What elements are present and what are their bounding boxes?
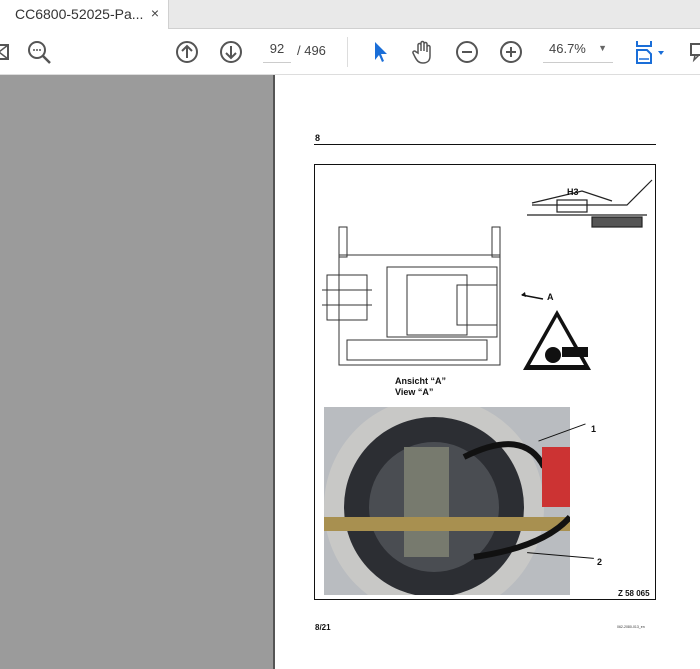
select-tool-icon[interactable] — [367, 39, 393, 65]
zoom-out-button[interactable] — [454, 39, 480, 65]
tab-bar: CC6800-52025-Pa... × — [0, 0, 700, 29]
label-a: A — [547, 292, 554, 302]
page-total: / 496 — [297, 43, 326, 58]
page-footer-number: 8/21 — [315, 623, 331, 632]
callout-2: 2 — [597, 557, 603, 567]
previous-page-button[interactable] — [174, 39, 200, 65]
view-label-en: View “A” — [395, 387, 434, 397]
zoom-level-dropdown[interactable]: 46.7% ▼ — [543, 41, 613, 63]
technical-drawing — [322, 179, 653, 370]
next-page-button[interactable] — [218, 39, 244, 65]
callout-1: 1 — [591, 424, 597, 434]
fit-page-icon[interactable] — [634, 39, 670, 65]
zoom-in-button[interactable] — [498, 39, 524, 65]
zoom-level-value: 46.7% — [549, 41, 586, 56]
pdf-page: 8 H3 A Ansicht “A” View “A” 1 2 Z 58 065… — [277, 75, 700, 669]
footer-code: 062-2080-013_en — [617, 625, 645, 629]
left-pane — [0, 75, 275, 669]
view-label-de: Ansicht “A” — [395, 376, 447, 386]
close-tab-icon[interactable]: × — [151, 5, 159, 21]
label-h3: H3 — [567, 187, 579, 197]
hand-tool-icon[interactable] — [410, 39, 436, 65]
figure-id: Z 58 065 — [618, 589, 650, 598]
comment-icon[interactable] — [686, 39, 700, 65]
search-icon[interactable] — [26, 39, 52, 65]
photo-view-a — [324, 407, 570, 595]
toolbar-divider — [347, 37, 348, 67]
document-tab[interactable]: CC6800-52025-Pa... × — [0, 0, 169, 29]
header-rule — [314, 144, 656, 145]
page-number-input[interactable]: 92 — [263, 41, 291, 63]
mail-icon[interactable] — [0, 39, 12, 65]
tab-title: CC6800-52025-Pa... — [15, 6, 144, 22]
chevron-down-icon: ▼ — [598, 43, 607, 53]
section-number: 8 — [315, 133, 321, 143]
toolbar: 92 / 496 46.7% ▼ — [0, 29, 700, 75]
